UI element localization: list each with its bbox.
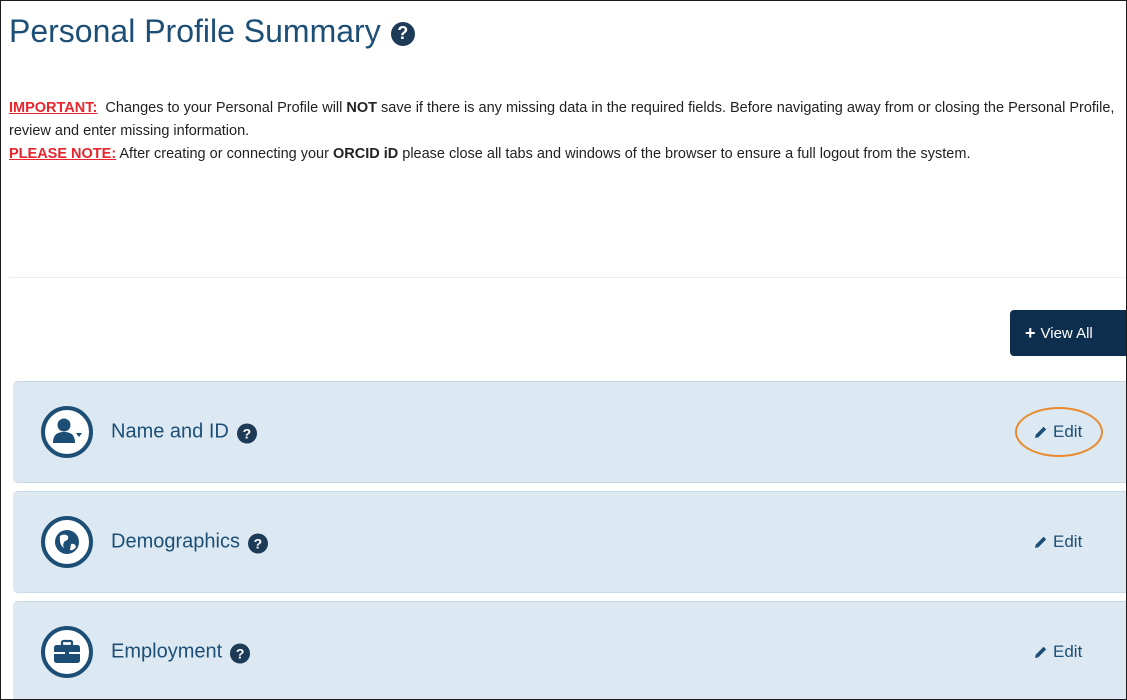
briefcase-icon bbox=[41, 626, 93, 678]
section-demographics[interactable]: Demographics ? Edit bbox=[13, 491, 1126, 593]
note-text-1: After creating or connecting your bbox=[119, 146, 329, 162]
question-circle-icon[interactable]: ? bbox=[247, 533, 268, 554]
edit-employment-link[interactable]: Edit bbox=[1034, 642, 1082, 662]
section-title-text: Name and ID bbox=[111, 420, 229, 443]
important-text-bold: NOT bbox=[346, 100, 377, 116]
section-employment[interactable]: Employment ? Edit bbox=[13, 601, 1126, 699]
user-icon bbox=[41, 406, 93, 458]
important-text-1: Changes to your Personal Profile will bbox=[105, 100, 343, 116]
pencil-icon bbox=[1035, 426, 1047, 438]
edit-name-and-id-link[interactable]: Edit bbox=[1034, 422, 1082, 442]
globe-icon bbox=[41, 516, 93, 568]
pencil-icon bbox=[1035, 646, 1047, 658]
please-note-paragraph: PLEASE NOTE: After creating or connectin… bbox=[9, 143, 1121, 166]
important-paragraph: IMPORTANT: Changes to your Personal Prof… bbox=[9, 97, 1121, 143]
divider bbox=[9, 277, 1126, 278]
page-title-text: Personal Profile Summary bbox=[9, 13, 381, 49]
section-title-text: Employment bbox=[111, 640, 223, 663]
edit-label: Edit bbox=[1053, 532, 1083, 551]
question-circle-icon[interactable]: ? bbox=[390, 21, 415, 46]
section-title: Employment ? bbox=[111, 640, 251, 664]
section-name-and-id[interactable]: Name and ID ? Edit bbox=[13, 381, 1126, 483]
view-all-button[interactable]: + View All bbox=[1010, 310, 1126, 356]
question-circle-icon[interactable]: ? bbox=[230, 643, 251, 664]
edit-label: Edit bbox=[1053, 642, 1083, 661]
plus-icon: + bbox=[1025, 323, 1036, 343]
question-circle-icon[interactable]: ? bbox=[236, 423, 257, 444]
page-title: Personal Profile Summary ? bbox=[9, 13, 415, 50]
view-all-label: View All bbox=[1040, 324, 1093, 342]
please-note-label: PLEASE NOTE: bbox=[9, 146, 117, 162]
important-label: IMPORTANT: bbox=[9, 100, 98, 116]
section-title-text: Demographics bbox=[111, 530, 240, 553]
section-title: Demographics ? bbox=[111, 531, 268, 554]
pencil-icon bbox=[1035, 536, 1047, 548]
page-frame: Personal Profile Summary ? IMPORTANT: Ch… bbox=[0, 0, 1127, 700]
edit-demographics-link[interactable]: Edit bbox=[1034, 532, 1082, 552]
edit-label: Edit bbox=[1053, 422, 1083, 441]
section-title: Name and ID ? bbox=[111, 421, 257, 444]
note-text-2: please close all tabs and windows of the… bbox=[402, 146, 971, 162]
note-text-bold: ORCID iD bbox=[332, 146, 399, 162]
important-notice: IMPORTANT: Changes to your Personal Prof… bbox=[9, 97, 1121, 166]
